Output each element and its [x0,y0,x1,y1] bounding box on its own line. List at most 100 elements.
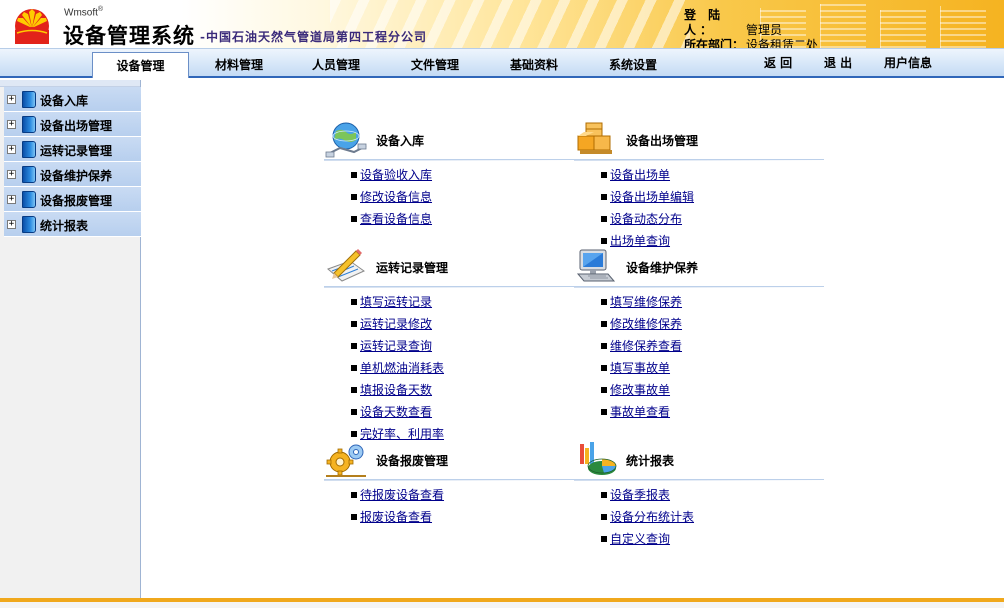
section-maintenance: 设备维护保养 填写维修保养 修改维修保养 维修保养查看 填写事故单 修改事故单 … [574,247,824,423]
section-header: 设备出场管理 [574,120,824,161]
section-link-list: 填写维修保养 修改维修保养 维修保养查看 填写事故单 修改事故单 事故单查看 [574,291,824,423]
link-view-accident-report[interactable]: 事故单查看 [610,405,670,419]
link-device-distribution[interactable]: 设备动态分布 [610,212,682,226]
list-item: 待报废设备查看 [324,484,574,506]
link-edit-device-out-slip[interactable]: 设备出场单编辑 [610,190,694,204]
link-view-maintenance[interactable]: 维修保养查看 [610,339,682,353]
expand-plus-icon[interactable]: + [7,170,16,179]
list-item: 查看设备信息 [324,208,574,230]
expand-plus-icon[interactable]: + [7,145,16,154]
pencil-clipboard-icon [327,249,365,282]
book-icon [22,91,36,108]
link-custom-query[interactable]: 自定义查询 [610,532,670,546]
pie-chart-icon [580,442,617,475]
list-item: 运转记录查询 [324,335,574,357]
list-item: 填写运转记录 [324,291,574,313]
book-icon [22,191,36,208]
list-item: 修改维修保养 [574,313,824,335]
list-item: 设备出场单 [574,164,824,186]
header-building-graphic [880,10,926,48]
app-header: Wmsoft® 设备管理系统 -中国石油天然气管道局第四工程分公司 登 陆 人：… [0,0,1004,48]
list-item: 设备出场单编辑 [574,186,824,208]
link-query-operation-record[interactable]: 运转记录查询 [360,339,432,353]
tab-system-settings[interactable]: 系统设置 [594,53,672,77]
sidebar-item-label: 统计报表 [40,219,89,233]
globe-network-icon [325,122,367,158]
expand-plus-icon[interactable]: + [7,220,16,229]
sidebar-item-device-out[interactable]: + 设备出场管理 [4,112,141,137]
section-title: 设备维护保养 [626,261,699,275]
logout-button[interactable]: 退 出 [824,54,852,71]
link-fill-accident-report[interactable]: 填写事故单 [610,361,670,375]
main-content: 设备入库 设备验收入库 修改设备信息 查看设备信息 设备出场管理 设备出场单 设… [142,80,1004,598]
sidebar-item-reports[interactable]: + 统计报表 [4,212,141,237]
link-fill-device-days[interactable]: 填报设备天数 [360,383,432,397]
link-view-device-info[interactable]: 查看设备信息 [360,212,432,226]
section-header: 设备报废管理 [324,440,574,481]
section-link-list: 设备出场单 设备出场单编辑 设备动态分布 出场单查询 [574,164,824,252]
section-title: 统计报表 [626,454,675,468]
list-item: 自定义查询 [574,528,824,550]
list-item: 设备验收入库 [324,164,574,186]
login-user-value: 管理员 [746,23,783,37]
tab-equipment-management[interactable]: 设备管理 [92,52,189,78]
link-distribution-stats[interactable]: 设备分布统计表 [610,510,694,524]
petrochina-logo-icon [15,9,49,44]
link-intact-utilization-rate[interactable]: 完好率、利用率 [360,427,444,441]
department-label: 所在部门： [684,38,745,48]
tab-personnel-management[interactable]: 人员管理 [297,53,375,77]
footer-bar [0,598,1004,608]
expand-plus-icon[interactable]: + [7,195,16,204]
link-edit-operation-record[interactable]: 运转记录修改 [360,317,432,331]
link-quarterly-report[interactable]: 设备季报表 [610,488,670,502]
list-item: 单机燃油消耗表 [324,357,574,379]
list-item: 填报设备天数 [324,379,574,401]
sidebar-item-device-in[interactable]: + 设备入库 [4,87,141,112]
link-out-slip-query[interactable]: 出场单查询 [610,234,670,248]
list-item: 设备动态分布 [574,208,824,230]
section-device-in: 设备入库 设备验收入库 修改设备信息 查看设备信息 [324,120,574,230]
tab-material-management[interactable]: 材料管理 [200,53,278,77]
section-link-list: 待报废设备查看 报废设备查看 [324,484,574,528]
book-icon [22,166,36,183]
list-item: 报废设备查看 [324,506,574,528]
link-device-out-slip[interactable]: 设备出场单 [610,168,670,182]
link-view-device-days[interactable]: 设备天数查看 [360,405,432,419]
sidebar: + 设备入库 + 设备出场管理 + 运转记录管理 + 设备维护保养 + 设备报废… [0,80,141,598]
book-icon [22,141,36,158]
section-reports: 统计报表 设备季报表 设备分布统计表 自定义查询 [574,440,824,550]
sidebar-item-operation-records[interactable]: + 运转记录管理 [4,137,141,162]
user-info-button[interactable]: 用户信息 [884,54,932,71]
back-button[interactable]: 返 回 [764,54,792,71]
link-edit-maintenance[interactable]: 修改维修保养 [610,317,682,331]
link-fuel-consumption-table[interactable]: 单机燃油消耗表 [360,361,444,375]
link-edit-device-info[interactable]: 修改设备信息 [360,190,432,204]
tab-basic-data[interactable]: 基础资料 [495,53,573,77]
brand-name: Wmsoft® [64,6,104,19]
list-item: 填写事故单 [574,357,824,379]
link-fill-operation-record[interactable]: 填写运转记录 [360,295,432,309]
section-title: 运转记录管理 [376,261,449,275]
link-pending-scrap-devices[interactable]: 待报废设备查看 [360,488,444,502]
sidebar-item-scrap[interactable]: + 设备报废管理 [4,187,141,212]
computer-monitor-icon [576,249,616,282]
link-edit-accident-report[interactable]: 修改事故单 [610,383,670,397]
list-item: 修改设备信息 [324,186,574,208]
sidebar-item-label: 设备报废管理 [40,194,113,208]
section-scrap: 设备报废管理 待报废设备查看 报废设备查看 [324,440,574,528]
tab-file-management[interactable]: 文件管理 [396,53,474,77]
top-nav-bar: 设备管理 材料管理 人员管理 文件管理 基础资料 系统设置 返 回 退 出 用户… [0,48,1004,78]
header-building-graphic [820,4,866,48]
link-fill-maintenance[interactable]: 填写维修保养 [610,295,682,309]
link-scrapped-devices[interactable]: 报废设备查看 [360,510,432,524]
user-info-panel: 登 陆 人： 管理员 所在部门： 设备租赁二处 [684,8,818,48]
section-header: 统计报表 [574,440,824,481]
expand-plus-icon[interactable]: + [7,95,16,104]
sidebar-item-maintenance[interactable]: + 设备维护保养 [4,162,141,187]
company-subtitle: -中国石油天然气管道局第四工程分公司 [200,30,427,44]
book-icon [22,116,36,133]
expand-plus-icon[interactable]: + [7,120,16,129]
link-device-accept-in[interactable]: 设备验收入库 [360,168,432,182]
list-item: 设备季报表 [574,484,824,506]
boxes-icon [577,122,612,154]
